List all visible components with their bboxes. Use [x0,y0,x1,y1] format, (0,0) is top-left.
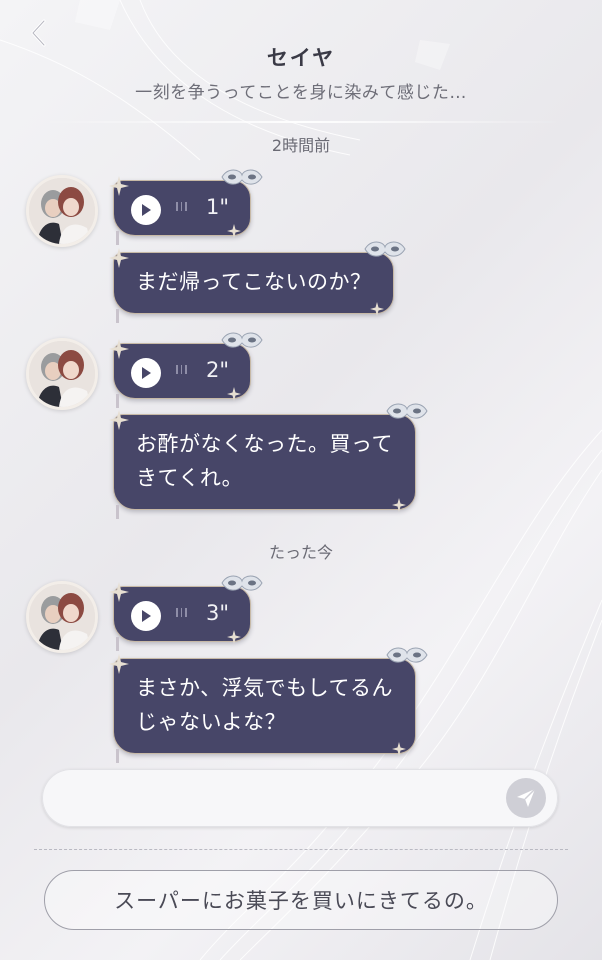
play-icon [142,610,151,622]
sparkle-icon [391,498,406,512]
sparkle-icon [109,410,129,430]
masquerade-mask-icon [364,241,407,257]
message-text-line: じゃないよな？ [136,710,287,734]
contact-status: 一刻を争うってことを身に染みて感じた… [135,83,467,103]
bubble-tail [116,394,119,408]
waveform-icon [176,365,187,374]
voice-duration: 3" [206,601,230,625]
paper-plane-icon [517,788,536,807]
sparkle-icon [109,339,129,359]
sparkle-icon [227,387,241,401]
play-button[interactable] [131,358,161,388]
message-input[interactable] [64,779,484,817]
contact-name: セイヤ [266,46,336,70]
send-button[interactable] [506,778,546,818]
sparkle-icon [109,582,129,602]
voice-duration: 2" [206,358,230,382]
message-input-bar [42,769,558,827]
text-message[interactable]: お酢がなくなった。買って きてくれ。 [109,403,428,519]
bubble-tail [116,309,119,323]
sparkle-icon [391,742,406,756]
header-divider [40,121,562,123]
masquerade-mask-icon [221,332,263,348]
bubble-tail [116,637,119,651]
sparkle-icon [227,630,241,644]
avatar-image [29,178,95,244]
avatar[interactable] [26,338,98,410]
masquerade-mask-icon [221,169,263,185]
timestamp-label: たった今 [268,543,333,562]
timestamp-label: 2時間前 [271,136,331,155]
message-text: まだ帰ってこないのか？ [136,270,372,294]
avatar-image [29,584,95,650]
bubble-tail [116,231,119,245]
sparkle-icon [109,654,129,674]
sparkle-icon [109,176,129,196]
avatar[interactable] [26,175,98,247]
avatar-image [29,341,95,407]
reply-option-button[interactable]: スーパーにお菓子を買いにきてるの。 [44,870,558,930]
masquerade-mask-icon [221,575,263,591]
message-text-line: まさか、浮気でもしてるん [136,676,393,700]
divider [34,849,568,850]
avatar[interactable] [26,581,98,653]
message-text-line: きてくれ。 [136,466,244,490]
voice-message[interactable]: 2" [109,332,263,408]
play-button[interactable] [131,601,161,631]
text-message[interactable]: まだ帰ってこないのか？ [109,241,407,323]
voice-message[interactable]: 1" [109,169,263,245]
sparkle-icon [109,248,129,268]
play-button[interactable] [131,195,161,225]
message-text-line: お酢がなくなった。買って [136,432,393,456]
masquerade-mask-icon [386,403,428,419]
play-icon [142,204,151,216]
waveform-icon [176,202,187,211]
voice-message[interactable]: 3" [109,575,263,651]
bubble-tail [116,505,119,519]
chat-header: セイヤ 一刻を争うってことを身に染みて感じた… [0,0,602,123]
masquerade-mask-icon [386,647,428,663]
sparkle-icon [370,302,385,316]
play-icon [142,367,151,379]
bubble-tail [116,749,119,763]
waveform-icon [176,608,187,617]
voice-duration: 1" [206,195,230,219]
sparkle-icon [227,224,241,238]
text-message[interactable]: まさか、浮気でもしてるん じゃないよな？ [109,647,428,763]
